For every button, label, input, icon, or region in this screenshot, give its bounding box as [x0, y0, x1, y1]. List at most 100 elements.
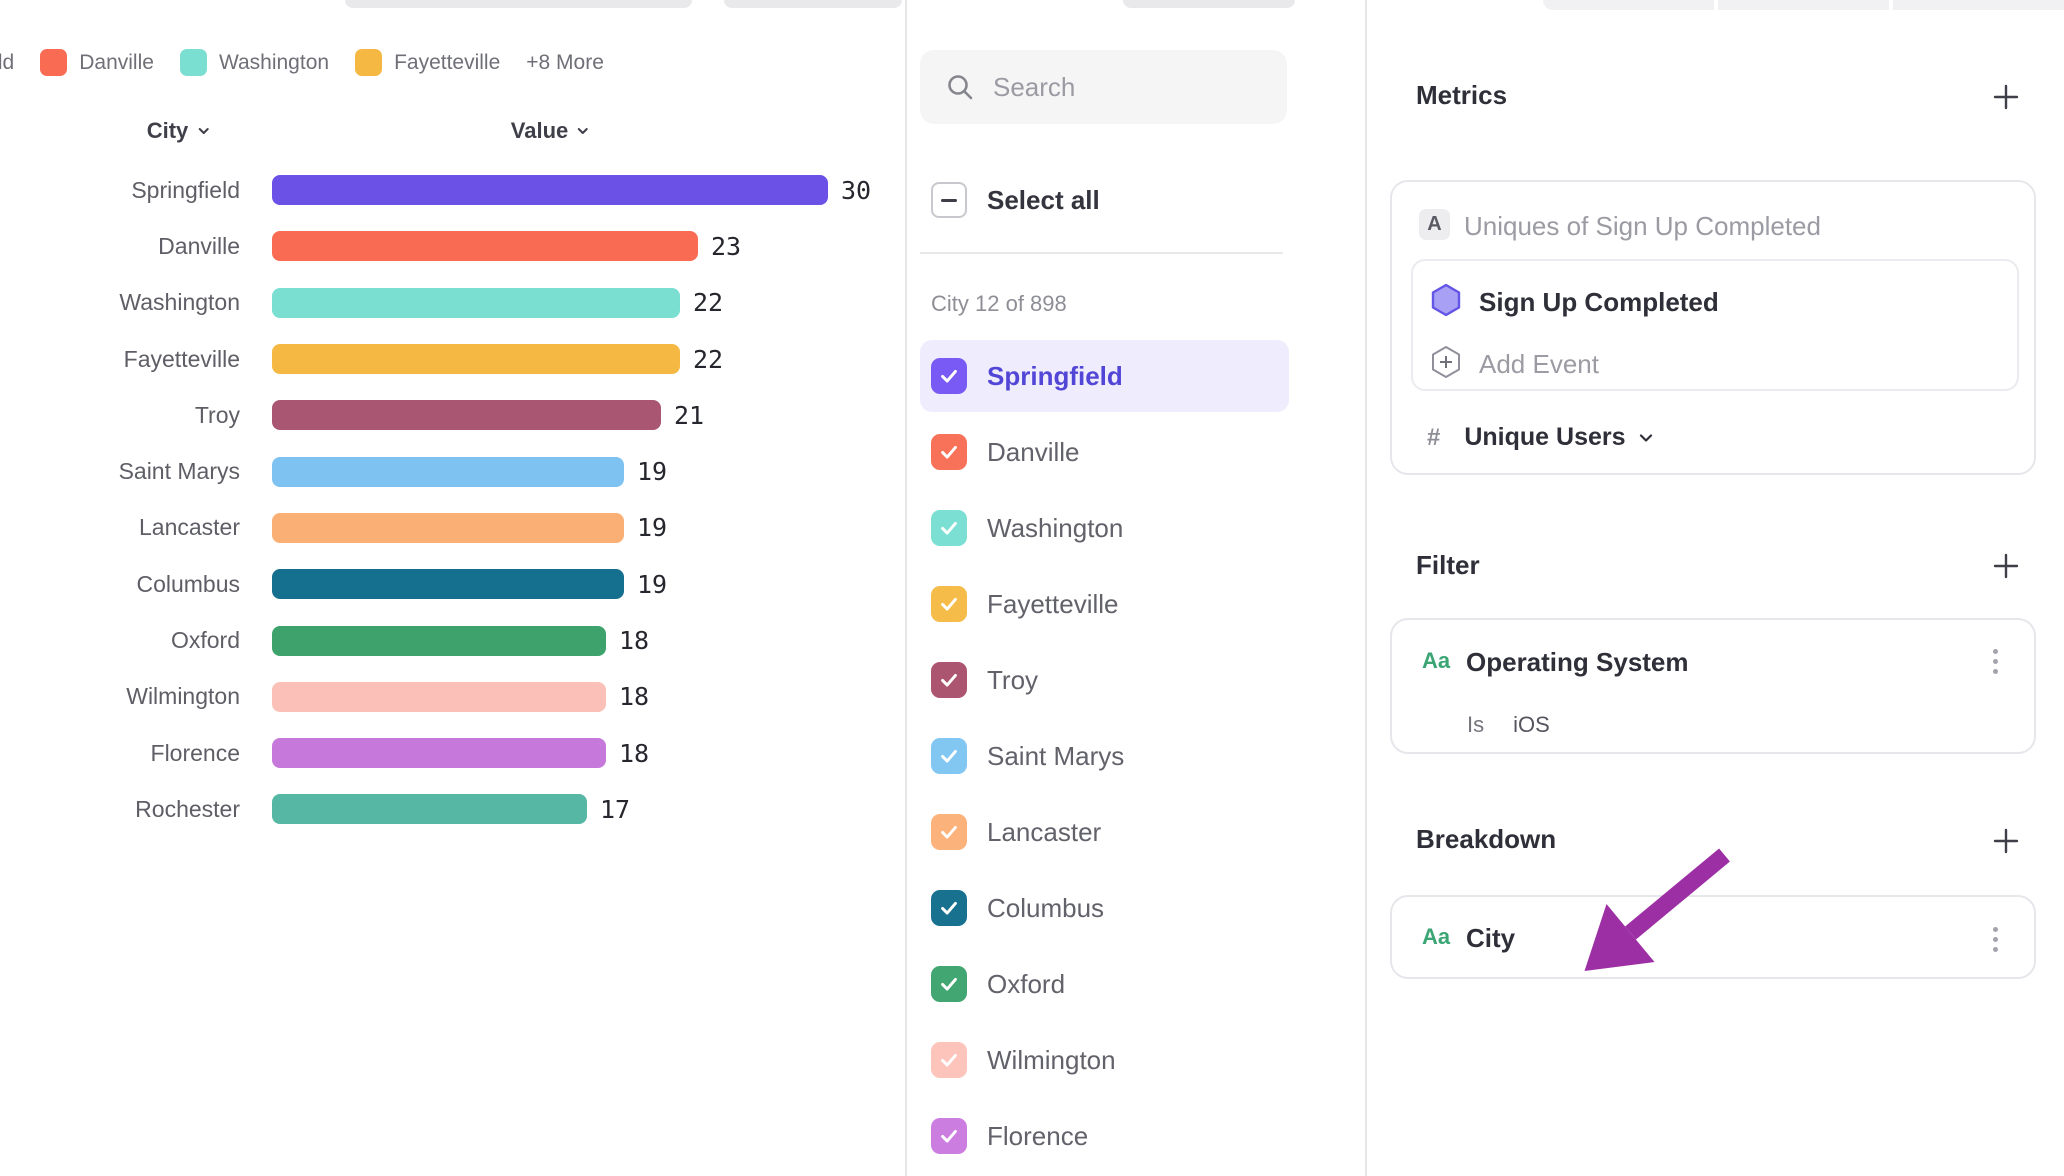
bar[interactable]: [272, 457, 624, 487]
bar-value-label: 19: [637, 513, 667, 542]
select-all-checkbox[interactable]: [931, 182, 967, 218]
add-breakdown-button[interactable]: [1992, 827, 2020, 855]
bar[interactable]: [272, 175, 828, 205]
city-list-item[interactable]: Washington: [907, 490, 1365, 566]
city-list-item[interactable]: Saint Marys: [907, 718, 1365, 794]
bar-track: 19: [272, 569, 905, 599]
add-event-icon[interactable]: [1430, 345, 1462, 379]
breakdown-card[interactable]: Aa City: [1390, 895, 2036, 979]
bar[interactable]: [272, 794, 587, 824]
legend-swatch: [180, 49, 207, 76]
city-list-item[interactable]: Lancaster: [907, 794, 1365, 870]
legend-label: Springfield: [0, 51, 14, 75]
event-card[interactable]: Sign Up Completed Add Event: [1411, 259, 2019, 391]
city-list: Springfield Danville WashingtonFayettevill…: [907, 338, 1365, 1174]
city-list-item[interactable]: Oxford: [907, 946, 1365, 1022]
chevron-down-icon: [577, 125, 589, 137]
city-list-item[interactable]: Springfield: [907, 338, 1365, 414]
city-checkbox[interactable]: [931, 814, 967, 850]
inspector-panel: Metrics A Uniques of Sign Up Completed S…: [1367, 0, 2064, 1176]
city-name-label: Oxford: [987, 969, 1065, 1000]
city-list-item[interactable]: Troy: [907, 642, 1365, 718]
bar-value-label: 18: [619, 626, 649, 655]
city-checkbox[interactable]: [931, 434, 967, 470]
add-filter-button[interactable]: [1992, 552, 2020, 580]
city-checkbox[interactable]: [931, 1042, 967, 1078]
add-event-label[interactable]: Add Event: [1479, 349, 1599, 380]
bar-track: 18: [272, 626, 905, 656]
city-name-label: Danville: [987, 437, 1080, 468]
filter-card[interactable]: Aa Operating System Is iOS: [1390, 618, 2036, 754]
indeterminate-minus-icon: [941, 199, 957, 202]
bar-track: 18: [272, 682, 905, 712]
kebab-menu-icon[interactable]: [1980, 644, 2010, 678]
city-name-label: Columbus: [987, 893, 1104, 924]
bar-value-label: 22: [693, 345, 723, 374]
search-input[interactable]: [993, 72, 1328, 103]
column-header-value-label: Value: [511, 118, 568, 144]
bar[interactable]: [272, 626, 606, 656]
row-highlight: [920, 1100, 1289, 1172]
bar-value-label: 19: [637, 457, 667, 486]
bar[interactable]: [272, 682, 606, 712]
column-header-city[interactable]: City: [147, 118, 210, 144]
column-header-value[interactable]: Value: [511, 118, 589, 144]
city-list-item[interactable]: Wilmington: [907, 1022, 1365, 1098]
chart-row: Rochester17: [0, 781, 905, 837]
bar[interactable]: [272, 513, 624, 543]
legend-item[interactable]: Springfield: [0, 49, 14, 76]
city-list-item[interactable]: Florence: [907, 1098, 1365, 1174]
analytics-app: SpringfieldDanvilleWashingtonFayettevill…: [0, 0, 2064, 1176]
annotation-arrow: [1367, 0, 2064, 1176]
bar[interactable]: [272, 738, 606, 768]
city-checkbox[interactable]: [931, 966, 967, 1002]
city-checkbox[interactable]: [931, 890, 967, 926]
column-header-city-label: City: [147, 118, 189, 144]
number-sign-icon: #: [1427, 424, 1440, 452]
bar-category-label: Saint Marys: [0, 458, 240, 485]
legend-item[interactable]: Fayetteville: [355, 49, 500, 76]
city-name-label: Florence: [987, 1121, 1088, 1152]
city-list-item[interactable]: Danville: [907, 414, 1365, 490]
legend-item[interactable]: Danville: [40, 49, 154, 76]
city-checkbox[interactable]: [931, 662, 967, 698]
bar-value-label: 17: [600, 795, 630, 824]
chart-rows: Springfield30Danville23Washington22Fayet…: [0, 162, 905, 838]
legend-items: Springfield Danville Washington Fayettevill…: [0, 49, 604, 76]
city-list-item[interactable]: Columbus: [907, 870, 1365, 946]
filter-section-title: Filter: [1416, 550, 1480, 581]
chevron-down-icon: [197, 125, 209, 137]
select-all-label: Select all: [987, 185, 1100, 216]
filter-property-label: Operating System: [1466, 647, 1689, 678]
bar[interactable]: [272, 400, 661, 430]
bar[interactable]: [272, 231, 698, 261]
kebab-menu-icon[interactable]: [1980, 922, 2010, 956]
bar[interactable]: [272, 569, 624, 599]
city-checkbox[interactable]: [931, 738, 967, 774]
bar[interactable]: [272, 344, 680, 374]
bar[interactable]: [272, 288, 680, 318]
city-selector-panel: Select all City 12 of 898 Springfield Dan…: [907, 0, 1365, 1176]
bar-track: 22: [272, 344, 905, 374]
city-checkbox[interactable]: [931, 586, 967, 622]
city-checkbox[interactable]: [931, 358, 967, 394]
legend-item[interactable]: Washington: [180, 49, 329, 76]
property-type-badge: Aa: [1422, 924, 1450, 950]
measure-label: Unique Users: [1464, 423, 1625, 452]
search-box[interactable]: [920, 50, 1287, 124]
legend-label: Fayetteville: [394, 51, 500, 75]
city-list-item[interactable]: Fayetteville: [907, 566, 1365, 642]
city-checkbox[interactable]: [931, 510, 967, 546]
bar-track: 23: [272, 231, 905, 261]
chart-row: Oxford18: [0, 612, 905, 668]
metric-card[interactable]: A Uniques of Sign Up Completed Sign Up C…: [1390, 180, 2036, 475]
legend-more-label[interactable]: +8 More: [526, 51, 604, 75]
city-count-label: City 12 of 898: [931, 291, 1067, 317]
select-all-row[interactable]: Select all: [907, 164, 1365, 236]
bar-category-label: Fayetteville: [0, 346, 240, 373]
add-metric-button[interactable]: [1992, 83, 2020, 111]
city-checkbox[interactable]: [931, 1118, 967, 1154]
filter-condition[interactable]: Is iOS: [1467, 712, 1550, 738]
measure-selector[interactable]: # Unique Users: [1427, 423, 1654, 452]
row-highlight: [920, 416, 1289, 488]
